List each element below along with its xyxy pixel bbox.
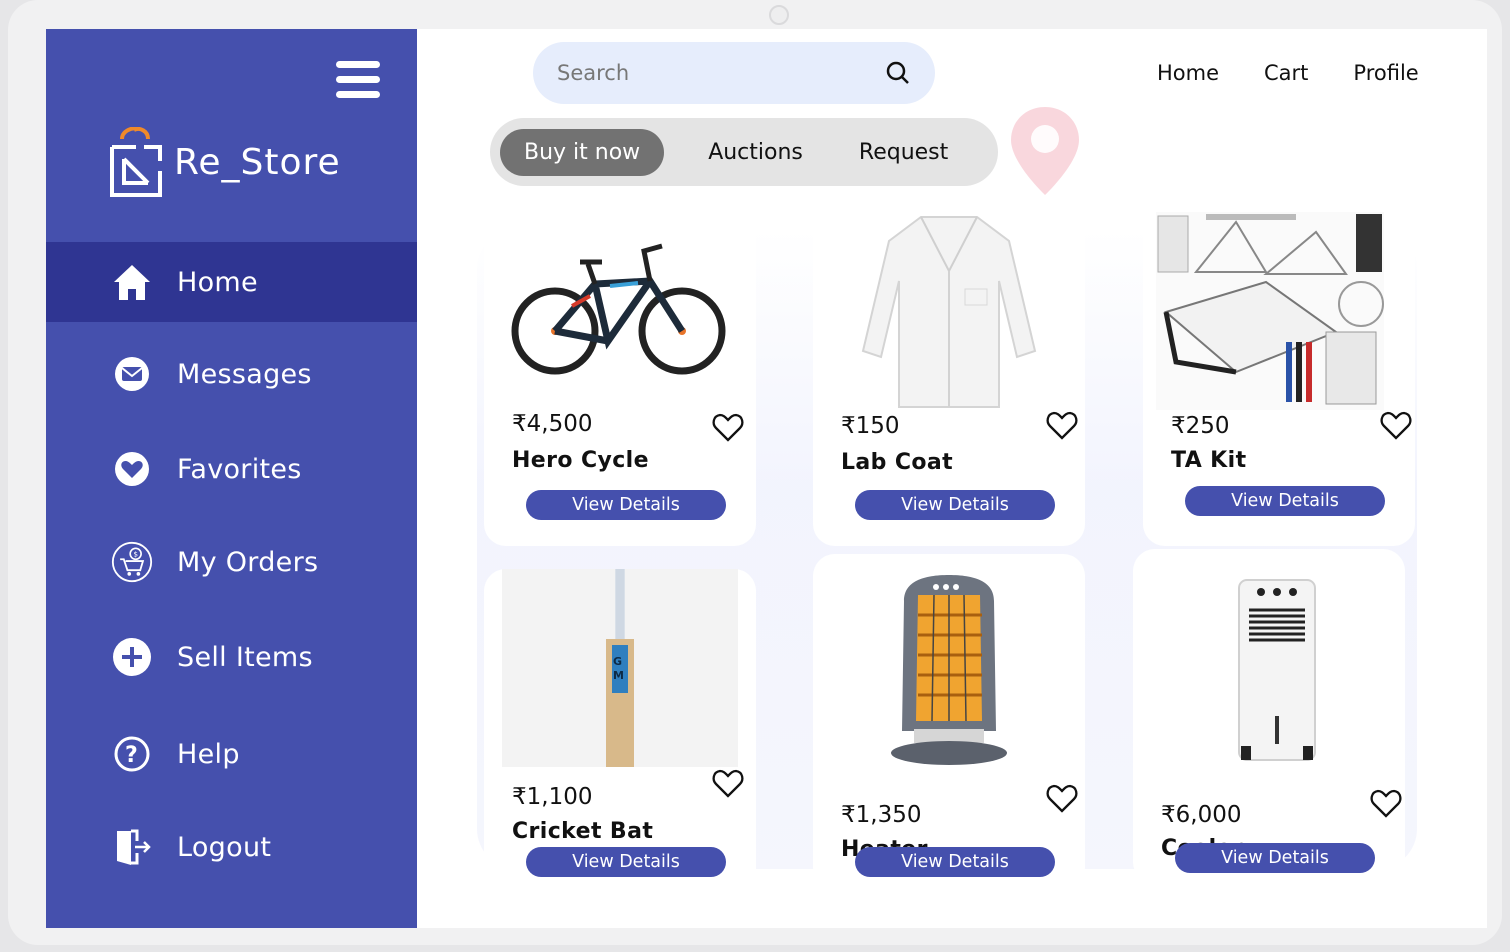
sidebar: Re_Store Home Messages Favorites $ My Or…: [46, 29, 417, 928]
heart-outline-icon[interactable]: [1379, 409, 1413, 441]
brand-logo[interactable]: Re_Store: [108, 127, 341, 197]
product-image-drafting-kit[interactable]: [1155, 211, 1385, 411]
view-details-button[interactable]: View Details: [855, 847, 1055, 877]
svg-text:M: M: [613, 669, 624, 682]
heart-outline-icon[interactable]: [1045, 782, 1079, 814]
product-price: ₹1,350: [841, 802, 922, 828]
search-icon[interactable]: [885, 60, 911, 86]
listing-tabs: Buy it now Auctions Request: [490, 118, 998, 186]
view-details-button[interactable]: View Details: [1175, 843, 1375, 873]
envelope-icon: [111, 353, 153, 395]
product-card[interactable]: ₹4,500 Hero Cycle View Details: [484, 211, 756, 546]
tab-buy-it-now[interactable]: Buy it now: [500, 128, 665, 176]
product-card[interactable]: G M ₹1,100 Cricket Bat View Details: [484, 569, 756, 904]
product-price: ₹250: [1171, 413, 1230, 439]
main-content: Home Cart Profile Buy it now Auctions Re…: [417, 29, 1487, 928]
sidebar-item-label: My Orders: [177, 546, 319, 578]
sidebar-item-sell-items[interactable]: Sell Items: [46, 617, 417, 697]
product-image-heater[interactable]: [825, 569, 1073, 769]
view-details-button[interactable]: View Details: [855, 490, 1055, 520]
search-input[interactable]: [557, 61, 885, 85]
tab-request[interactable]: Request: [835, 129, 972, 176]
camera-dot: [769, 5, 789, 25]
sidebar-item-label: Sell Items: [177, 641, 313, 673]
heart-icon: [111, 448, 153, 490]
app-screen: Re_Store Home Messages Favorites $ My Or…: [46, 29, 1487, 928]
product-name: TA Kit: [1171, 448, 1247, 473]
svg-text:G: G: [613, 655, 622, 668]
sidebar-item-favorites[interactable]: Favorites: [46, 429, 417, 509]
location-pin-icon: [1011, 107, 1079, 195]
nav-link-home[interactable]: Home: [1157, 61, 1219, 85]
svg-text:$: $: [133, 550, 138, 559]
product-price: ₹4,500: [512, 411, 593, 437]
logout-door-icon: [111, 826, 153, 868]
tab-auctions[interactable]: Auctions: [684, 129, 827, 176]
orders-icon: $: [111, 541, 153, 583]
header-nav: Home Cart Profile: [1157, 61, 1419, 85]
svg-text:?: ?: [125, 743, 138, 768]
view-details-button[interactable]: View Details: [526, 847, 726, 877]
sidebar-item-label: Help: [177, 738, 240, 770]
hamburger-menu-icon[interactable]: [336, 61, 380, 101]
store-bag-icon: [110, 127, 162, 197]
search-bar[interactable]: [533, 42, 935, 104]
product-card[interactable]: ₹250 TA Kit View Details: [1143, 211, 1415, 546]
question-icon: ?: [111, 733, 153, 775]
nav-link-profile[interactable]: Profile: [1353, 61, 1418, 85]
nav-link-cart[interactable]: Cart: [1264, 61, 1308, 85]
heart-outline-icon[interactable]: [711, 767, 745, 799]
heart-outline-icon[interactable]: [1045, 409, 1079, 441]
product-name: Cricket Bat: [512, 819, 654, 844]
sidebar-item-label: Favorites: [177, 453, 302, 485]
product-name: Lab Coat: [841, 450, 954, 475]
product-price: ₹6,000: [1161, 802, 1242, 828]
sidebar-item-my-orders[interactable]: $ My Orders: [46, 522, 417, 602]
product-image-lab-coat[interactable]: [825, 211, 1073, 411]
product-card[interactable]: ₹6,000 Cooler View Details: [1133, 549, 1405, 884]
view-details-button[interactable]: View Details: [526, 490, 726, 520]
sidebar-item-label: Messages: [177, 358, 312, 390]
sidebar-item-help[interactable]: ? Help: [46, 714, 417, 794]
product-name: Hero Cycle: [512, 448, 649, 473]
brand-name: Re_Store: [174, 141, 341, 183]
sidebar-item-label: Logout: [177, 831, 272, 863]
product-price: ₹150: [841, 413, 900, 439]
home-icon: [111, 261, 153, 303]
product-image-air-cooler[interactable]: [1153, 574, 1401, 774]
product-image-cricket-bat[interactable]: G M: [502, 569, 738, 767]
view-details-button[interactable]: View Details: [1185, 486, 1385, 516]
product-card[interactable]: ₹1,350 Heater View Details: [813, 554, 1085, 889]
product-image-bicycle[interactable]: [496, 211, 744, 411]
plus-circle-icon: [111, 636, 153, 678]
heart-outline-icon[interactable]: [711, 411, 745, 443]
product-card[interactable]: ₹150 Lab Coat View Details: [813, 211, 1085, 546]
sidebar-item-messages[interactable]: Messages: [46, 334, 417, 414]
sidebar-item-label: Home: [177, 266, 258, 298]
product-price: ₹1,100: [512, 784, 593, 810]
sidebar-item-logout[interactable]: Logout: [46, 807, 417, 887]
heart-outline-icon[interactable]: [1369, 787, 1403, 819]
sidebar-item-home[interactable]: Home: [46, 242, 417, 322]
